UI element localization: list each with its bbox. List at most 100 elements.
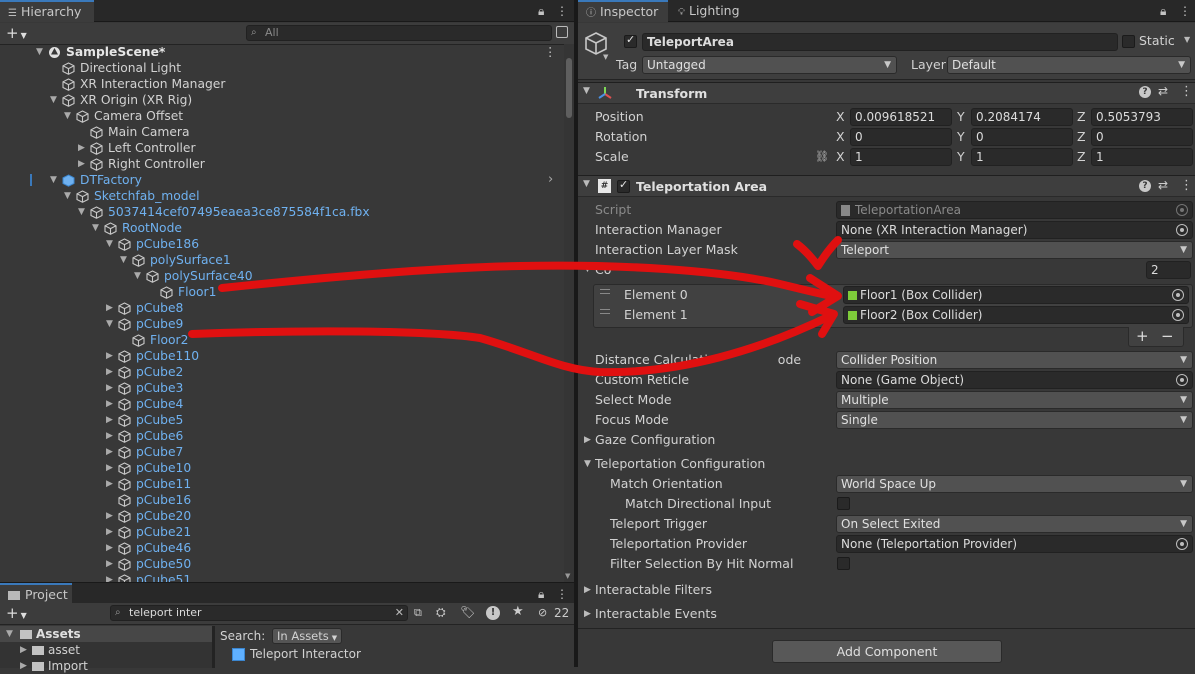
hidden-packages-icon[interactable]: ⊘: [538, 606, 547, 619]
hierarchy-item[interactable]: ▼ Sketchfab_model: [0, 188, 564, 204]
object-picker-icon[interactable]: [1176, 374, 1188, 386]
transform-position-y-field[interactable]: 0.2084174: [971, 108, 1073, 126]
add-component-button[interactable]: Add Component: [772, 640, 1002, 663]
teleportation-area-header[interactable]: ▼ # Teleportation Area ? ⇄ ⋮: [578, 175, 1195, 197]
favorite-star-icon[interactable]: ★: [512, 604, 524, 619]
project-search-input[interactable]: ⌕ teleport inter ✕: [110, 605, 408, 621]
hierarchy-item[interactable]: ▶ pCube2: [0, 364, 564, 380]
hierarchy-item[interactable]: Floor1: [0, 284, 564, 300]
hierarchy-item[interactable]: ▶ Right Controller: [0, 156, 564, 172]
constrain-proportions-icon[interactable]: ⛓: [815, 150, 829, 163]
filter-selection-checkbox[interactable]: [837, 557, 850, 570]
expand-arrow-icon[interactable]: ▶: [20, 658, 27, 674]
expand-arrow-icon[interactable]: ▶: [106, 444, 116, 460]
expand-arrow-icon[interactable]: ▶: [106, 572, 116, 582]
tab-inspector[interactable]: ⓘ Inspector: [578, 0, 668, 22]
object-name-field[interactable]: TeleportArea: [642, 33, 1118, 51]
hierarchy-item[interactable]: ▶ pCube8: [0, 300, 564, 316]
axis-z-label[interactable]: Z: [1077, 127, 1086, 147]
hierarchy-item[interactable]: ▼ polySurface40: [0, 268, 564, 284]
element-0-field[interactable]: Floor1 (Box Collider): [843, 286, 1189, 304]
drag-handle-icon[interactable]: [600, 309, 610, 314]
expand-arrow-icon[interactable]: ▶: [106, 556, 116, 572]
expand-arrow-icon[interactable]: ▶: [20, 642, 27, 658]
preset-icon[interactable]: ⇄: [1158, 84, 1168, 98]
active-checkbox[interactable]: [624, 33, 637, 48]
hierarchy-item[interactable]: ▼ pCube186: [0, 236, 564, 252]
teleport-trigger-dropdown[interactable]: On Select Exited ▼: [836, 515, 1193, 533]
tag-dropdown[interactable]: Untagged ▼: [642, 56, 897, 74]
expand-arrow-icon[interactable]: ▶: [106, 412, 116, 428]
object-picker-icon[interactable]: [1176, 224, 1188, 236]
static-checkbox[interactable]: [1122, 35, 1135, 48]
hierarchy-item[interactable]: Main Camera: [0, 124, 564, 140]
expand-arrow-icon[interactable]: ▼: [6, 626, 13, 642]
axis-z-label[interactable]: Z: [1077, 147, 1086, 167]
transform-scale-z-field[interactable]: 1: [1091, 148, 1193, 166]
hierarchy-item[interactable]: ▶ pCube10: [0, 460, 564, 476]
expand-arrow-icon[interactable]: ▼: [120, 252, 130, 268]
panel-menu-icon[interactable]: ⋮: [1179, 0, 1191, 22]
element-1-field[interactable]: Floor2 (Box Collider): [843, 306, 1189, 324]
tab-hierarchy[interactable]: ☰ Hierarchy: [0, 0, 94, 22]
expand-arrow-icon[interactable]: ▼: [50, 172, 60, 188]
match-directional-input-checkbox[interactable]: [837, 497, 850, 510]
layer-dropdown[interactable]: Default ▼: [947, 56, 1191, 74]
chevron-down-icon[interactable]: ▼: [1184, 35, 1190, 44]
axis-x-label[interactable]: X: [836, 127, 845, 147]
expand-arrow-icon[interactable]: ▶: [78, 156, 88, 172]
hierarchy-item[interactable]: ▶ pCube20: [0, 508, 564, 524]
transform-position-z-field[interactable]: 0.5053793: [1091, 108, 1193, 126]
warning-icon[interactable]: !: [486, 606, 500, 620]
expand-arrow-icon[interactable]: ▼: [106, 316, 116, 332]
create-button[interactable]: + ▼: [6, 23, 27, 46]
help-icon[interactable]: ?: [1139, 180, 1151, 192]
expand-arrow-icon[interactable]: ▶: [106, 460, 116, 476]
tab-project[interactable]: Project: [0, 583, 72, 605]
custom-reticle-field[interactable]: None (Game Object): [836, 371, 1193, 389]
gaze-configuration-foldout[interactable]: Gaze Configuration: [595, 430, 715, 450]
expand-arrow-icon[interactable]: ▶: [106, 380, 116, 396]
foldout-arrow-icon[interactable]: ▼: [583, 86, 590, 96]
foldout-arrow-icon[interactable]: ▼: [584, 264, 591, 274]
expand-arrow-icon[interactable]: ▼: [78, 204, 88, 220]
distance-calculation-mode-dropdown[interactable]: Collider Position ▼: [836, 351, 1193, 369]
transform-position-x-field[interactable]: 0.009618521: [850, 108, 952, 126]
expand-arrow-icon[interactable]: ▼: [92, 220, 102, 236]
hierarchy-item[interactable]: ▼ Camera Offset: [0, 108, 564, 124]
expand-arrow-icon[interactable]: ▶: [106, 300, 116, 316]
hierarchy-item[interactable]: ▶ pCube11: [0, 476, 564, 492]
preset-icon[interactable]: ⇄: [1158, 178, 1168, 192]
folder-row-assets[interactable]: ▼ Assets: [0, 626, 212, 642]
panel-menu-icon[interactable]: ⋮: [556, 583, 568, 605]
hierarchy-scrollbar[interactable]: ▼: [564, 44, 574, 582]
lock-icon[interactable]: 🔒︎: [1160, 0, 1166, 22]
hierarchy-item[interactable]: Floor2: [0, 332, 564, 348]
axis-y-label[interactable]: Y: [957, 127, 965, 147]
object-picker-icon[interactable]: [1172, 289, 1184, 301]
hierarchy-item[interactable]: ▶ pCube21: [0, 524, 564, 540]
drag-handle-icon[interactable]: [600, 289, 610, 294]
expand-arrow-icon[interactable]: ▶: [106, 524, 116, 540]
scrollbar-thumb[interactable]: [566, 58, 572, 118]
scene-visibility-icon[interactable]: [556, 26, 568, 38]
axis-x-label[interactable]: X: [836, 147, 845, 167]
transform-rotation-z-field[interactable]: 0: [1091, 128, 1193, 146]
search-scope-dropdown[interactable]: In Assets ▼: [272, 628, 343, 644]
interactable-events-foldout[interactable]: Interactable Events: [595, 604, 717, 624]
focus-mode-dropdown[interactable]: Single ▼: [836, 411, 1193, 429]
hierarchy-item[interactable]: Directional Light: [0, 60, 564, 76]
add-element-button[interactable]: +: [1136, 327, 1149, 345]
tab-lighting[interactable]: 💡︎ Lighting: [670, 0, 760, 22]
select-mode-dropdown[interactable]: Multiple ▼: [836, 391, 1193, 409]
hierarchy-item[interactable]: ▶ pCube46: [0, 540, 564, 556]
hierarchy-item[interactable]: ▶ pCube7: [0, 444, 564, 460]
expand-arrow-icon[interactable]: ▶: [106, 364, 116, 380]
help-icon[interactable]: ?: [1139, 86, 1151, 98]
clear-search-icon[interactable]: ✕: [395, 606, 404, 620]
foldout-arrow-icon[interactable]: ▶: [584, 435, 591, 445]
transform-scale-y-field[interactable]: 1: [971, 148, 1073, 166]
hierarchy-item[interactable]: ▼ XR Origin (XR Rig): [0, 92, 564, 108]
scene-menu-icon[interactable]: ⋮: [544, 44, 556, 60]
hierarchy-item[interactable]: ▼ RootNode: [0, 220, 564, 236]
